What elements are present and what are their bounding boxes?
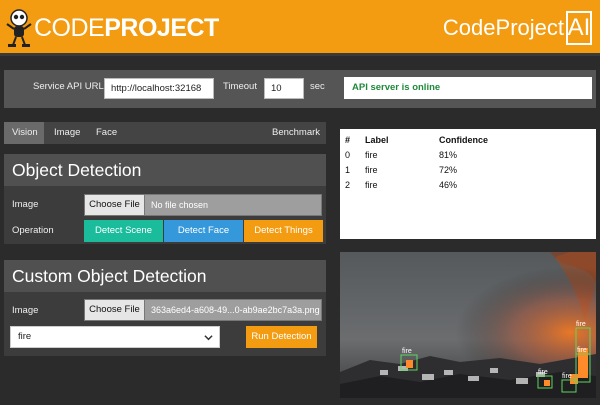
codeproject-ai-text: CodeProject [442,15,564,40]
timeout-unit: sec [310,81,325,92]
tab-bar: Vision Image Face Benchmark [4,122,326,144]
object-detection-panel: Image Choose File No file chosen Operati… [4,186,326,244]
model-select[interactable]: fire [10,326,220,348]
brand-text-light: CODE [34,14,105,42]
chevron-down-icon [204,335,213,341]
row-1-label: fire [365,165,378,175]
image-label: Image [12,199,39,210]
object-detection-title: Object Detection [4,154,326,186]
model-select-value: fire [18,331,32,342]
row-2-confidence: 46% [439,180,458,190]
run-detection-button[interactable]: Run Detection [246,326,317,348]
custom-image-file-input[interactable]: Choose File 363a6ed4-a608-49...0-ab9ae2b… [84,299,322,321]
custom-choose-file-button[interactable]: Choose File [85,300,145,320]
operation-label: Operation [12,225,54,236]
brand-text-bold: PROJECT [104,14,219,42]
col-header-index: # [345,135,351,145]
image-file-input[interactable]: Choose File No file chosen [84,194,322,216]
row-0-index: 0 [345,150,351,160]
results-table: # Label Confidence 0 fire 81% 1 fire 72%… [340,129,596,239]
timeout-input[interactable] [264,78,304,99]
detection-result-image: fire fire fire fire fire [340,252,596,398]
custom-image-label: Image [12,305,39,316]
detection-label-2: fire [576,321,586,328]
detect-things-button[interactable]: Detect Things [244,220,323,242]
tab-benchmark[interactable]: Benchmark [272,122,320,144]
detection-label-5: fire [562,373,572,380]
ai-badge: AI [566,11,592,45]
detection-label-4: fire [538,369,548,376]
row-0-confidence: 81% [439,150,458,160]
detection-label-3: fire [577,347,587,354]
custom-detection-title: Custom Object Detection [4,260,326,292]
col-header-label: Label [365,135,389,145]
choose-file-button[interactable]: Choose File [85,195,145,215]
detection-label-1: fire [402,348,412,355]
api-status-indicator: API server is online [344,77,592,99]
row-1-index: 1 [345,165,351,175]
brand-logo-text[interactable]: CODEPROJECT [34,14,219,42]
tab-face[interactable]: Face [96,122,117,144]
codeproject-ai-logo: CodeProject AI [443,8,592,48]
tab-image[interactable]: Image [54,122,80,144]
app-header: CODEPROJECT CodeProject AI [0,0,600,56]
row-2-label: fire [365,180,378,190]
detect-scene-button[interactable]: Detect Scene [84,220,163,242]
row-0-label: fire [365,150,378,160]
detect-face-button[interactable]: Detect Face [164,220,243,242]
api-url-label: Service API URL [33,81,104,92]
custom-detection-panel: Image Choose File 363a6ed4-a608-49...0-a… [4,292,326,356]
settings-bar: Service API URL Timeout sec API server i… [4,70,596,108]
tab-vision[interactable]: Vision [4,122,44,144]
row-1-confidence: 72% [439,165,458,175]
row-2-index: 2 [345,180,351,190]
night-city-fire-photo: fire fire fire fire fire [340,252,596,398]
codeproject-mascot-icon [6,9,32,47]
file-name-text: No file chosen [151,200,209,210]
api-url-input[interactable] [104,78,214,99]
custom-file-name-text: 363a6ed4-a608-49...0-ab9ae2bc7a3a.png [151,305,320,315]
col-header-confidence: Confidence [439,135,489,145]
timeout-label: Timeout [223,81,257,92]
